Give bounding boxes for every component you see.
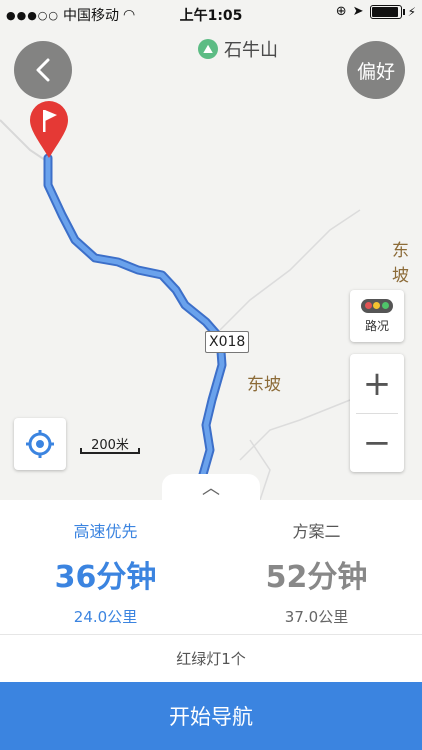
route-duration: 36分钟 (54, 560, 157, 595)
traffic-label: 路况 (364, 318, 389, 333)
start-flag-pin (30, 101, 68, 158)
route-name: 方案二 (292, 522, 341, 541)
route-distance: 37.0公里 (284, 608, 349, 626)
start-navigation-button[interactable]: 开始导航 (0, 682, 422, 750)
orientation-lock-icon: ⊕ (335, 4, 347, 19)
panel-expand-handle[interactable]: ︿ (162, 474, 260, 500)
battery-icon (369, 4, 405, 19)
route-option-1[interactable]: 高速优先 36分钟 24.0公里 (0, 518, 211, 627)
charging-icon: ⚡ (407, 4, 416, 19)
status-bar: ●●●○○ 中国移动 ◠ 上午1:05 ⊕ ➤ ⚡ (0, 0, 422, 28)
road-code-badge: X018 (205, 331, 250, 353)
divider (0, 634, 422, 635)
traffic-toggle-button[interactable]: 路况 (350, 290, 404, 342)
locate-me-button[interactable] (14, 418, 66, 470)
crosshair-icon (26, 430, 54, 458)
route-option-2[interactable]: 方案二 52分钟 37.0公里 (211, 518, 422, 627)
location-arrow-icon: ➤ (352, 4, 364, 19)
route-duration: 52分钟 (265, 560, 368, 595)
mountain-icon: ⛰ (198, 39, 218, 59)
poi-label[interactable]: ⛰ 石牛山 (198, 36, 278, 62)
back-button[interactable] (14, 41, 72, 99)
preference-button[interactable]: 偏好 (347, 41, 405, 99)
town-label: 东坡 (247, 375, 281, 395)
route-name: 高速优先 (73, 522, 138, 541)
chevron-left-icon (36, 58, 50, 82)
chevron-up-icon: ︿ (202, 478, 220, 499)
scale-bar (80, 448, 140, 454)
zoom-control: + − (350, 354, 404, 472)
traffic-lights-count: 红绿灯1个 (176, 650, 246, 668)
zoom-in-button[interactable]: + (350, 354, 404, 413)
town-label: 东坡 (392, 241, 409, 286)
zoom-out-button[interactable]: − (350, 413, 404, 472)
poi-name: 石牛山 (224, 40, 278, 61)
route-panel: 高速优先 36分钟 24.0公里 方案二 52分钟 37.0公里 红绿灯1个 开… (0, 500, 422, 750)
route-distance: 24.0公里 (73, 608, 138, 626)
traffic-light-icon (361, 298, 393, 313)
